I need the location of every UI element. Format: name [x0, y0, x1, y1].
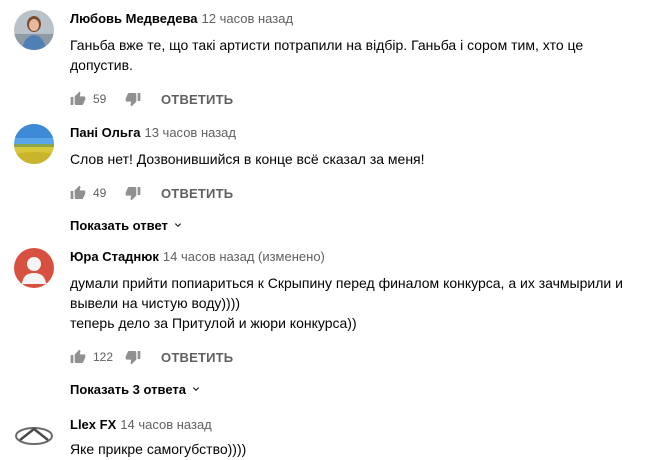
comment-text-line: Ганьба вже те, що такі артисти потрапили… [70, 37, 584, 53]
thumb-down-icon[interactable] [125, 349, 141, 365]
reply-button[interactable]: ОТВЕТИТЬ [161, 186, 233, 201]
like-count: 59 [93, 92, 107, 106]
comment-text-line: теперь дело за Притулой и жюри конкурса)… [70, 315, 357, 331]
comment-body: Любовь Медведева 12 часов назад Ганьба вж… [70, 10, 651, 111]
comment-header: Юра Стаднюк 14 часов назад (изменено) [70, 248, 651, 266]
comment-header: Пані Ольга 13 часов назад [70, 124, 651, 142]
show-replies-button[interactable]: Показать ответ [70, 215, 651, 235]
timestamp[interactable]: 12 часов назад [202, 11, 294, 26]
reply-button[interactable]: ОТВЕТИТЬ [161, 350, 233, 365]
thumb-up-icon[interactable] [70, 91, 86, 107]
avatar[interactable] [14, 10, 54, 50]
comment-header: Любовь Медведева 12 часов назад [70, 10, 651, 28]
author-name[interactable]: Любовь Медведева [70, 11, 198, 26]
chevron-down-icon [172, 219, 184, 231]
thumb-down-icon[interactable] [125, 185, 141, 201]
comment-body: Пані Ольга 13 часов назад Слов нет! Дозво… [70, 124, 651, 235]
comment-text: думали прийти попиариться к Скрыпину пер… [70, 273, 651, 333]
comment-actions: 122 ОТВЕТИТЬ [70, 345, 651, 369]
author-name[interactable]: Llex FX [70, 417, 116, 432]
comment-text: Ганьба вже те, що такі артисти потрапили… [70, 35, 651, 75]
comment-actions: 49 ОТВЕТИТЬ [70, 181, 651, 205]
show-replies-label: Показать 3 ответа [70, 381, 186, 397]
chevron-down-icon [190, 383, 202, 395]
comment-text-line: допустив. [70, 57, 133, 73]
comment-header: Llex FX 14 часов назад [70, 416, 651, 434]
thumb-up-icon[interactable] [70, 349, 86, 365]
avatar[interactable] [14, 416, 54, 456]
author-name[interactable]: Пані Ольга [70, 125, 140, 140]
thumb-down-icon[interactable] [125, 91, 141, 107]
like-count: 122 [93, 350, 114, 364]
show-replies-label: Показать ответ [70, 217, 168, 233]
comment-text: Яке прикре самогубство)))) [70, 439, 651, 459]
timestamp[interactable]: 14 часов назад [120, 417, 212, 432]
thumb-up-icon[interactable] [70, 185, 86, 201]
comment-text-line: вывели на чистую воду)))) [70, 295, 241, 311]
comment-text: Слов нет! Дозвонившийся в конце всё сказ… [70, 149, 651, 169]
timestamp[interactable]: 13 часов назад [144, 125, 236, 140]
comment-body: Юра Стаднюк 14 часов назад (изменено) дум… [70, 248, 651, 399]
timestamp[interactable]: 14 часов назад (изменено) [163, 249, 325, 264]
comment-text-line: Яке прикре самогубство)))) [70, 441, 247, 457]
comment-text-line: думали прийти попиариться к Скрыпину пер… [70, 275, 623, 291]
avatar[interactable] [14, 248, 54, 288]
comment-text-line: Слов нет! Дозвонившийся в конце всё сказ… [70, 151, 425, 167]
show-replies-button[interactable]: Показать 3 ответа [70, 379, 651, 399]
author-name[interactable]: Юра Стаднюк [70, 249, 159, 264]
comment-actions: 59 ОТВЕТИТЬ [70, 87, 651, 111]
comment-body: Llex FX 14 часов назад Яке прикре самогуб… [70, 416, 651, 459]
reply-button[interactable]: ОТВЕТИТЬ [161, 92, 233, 107]
like-count: 49 [93, 186, 107, 200]
avatar[interactable] [14, 124, 54, 164]
